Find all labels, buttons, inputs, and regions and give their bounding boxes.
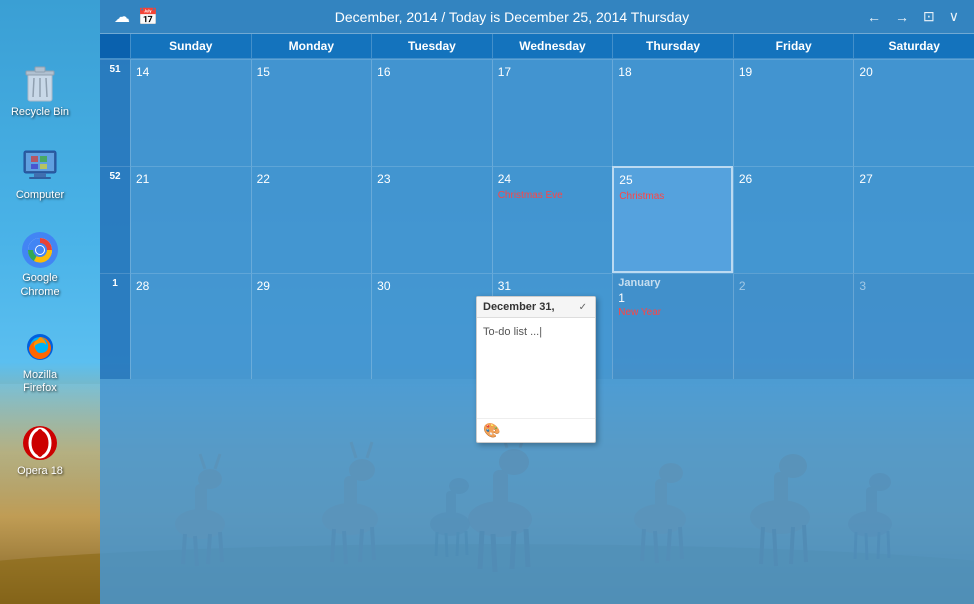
cell-14[interactable]: 14 bbox=[130, 59, 251, 166]
calendar-title: December, 2014 / Today is December 25, 2… bbox=[162, 9, 862, 25]
cell-15[interactable]: 15 bbox=[251, 59, 372, 166]
recycle-bin-label: Recycle Bin bbox=[11, 106, 69, 119]
computer-icon[interactable]: Computer bbox=[12, 143, 68, 206]
dropdown-button[interactable]: ∨ bbox=[944, 6, 964, 27]
monday-header: Monday bbox=[251, 34, 372, 58]
cell-28[interactable]: 28 bbox=[130, 273, 251, 380]
back-button[interactable]: ← bbox=[862, 7, 886, 27]
google-chrome-icon[interactable]: GoogleChrome bbox=[16, 226, 64, 302]
screen-button[interactable]: ⊡ bbox=[918, 6, 940, 27]
christmas-event: Christmas bbox=[619, 191, 726, 202]
january-label: January bbox=[618, 277, 660, 289]
week-1: 1 bbox=[100, 273, 130, 380]
cell-18[interactable]: 18 bbox=[612, 59, 733, 166]
opera-icon[interactable]: Opera 18 bbox=[13, 419, 67, 482]
computer-label: Computer bbox=[16, 189, 64, 202]
opera-label: Opera 18 bbox=[17, 465, 63, 478]
popup-todo-text: To-do list ...| bbox=[483, 326, 542, 338]
sunday-header: Sunday bbox=[130, 34, 251, 58]
cloud-icon[interactable]: ☁ bbox=[114, 7, 130, 27]
cell-24[interactable]: 24 Christmas Eve bbox=[492, 166, 613, 273]
cell-19[interactable]: 19 bbox=[733, 59, 854, 166]
cell-jan-2[interactable]: 2 bbox=[733, 273, 854, 380]
friday-header: Friday bbox=[733, 34, 854, 58]
calendar-nav: ← → ⊡ ∨ bbox=[862, 6, 964, 27]
paint-icon[interactable]: 🎨 bbox=[483, 422, 500, 439]
cell-20[interactable]: 20 bbox=[853, 59, 974, 166]
cell-26[interactable]: 26 bbox=[733, 166, 854, 273]
cell-17[interactable]: 17 bbox=[492, 59, 613, 166]
mozilla-firefox-icon[interactable]: MozillaFirefox bbox=[16, 323, 64, 399]
christmas-eve-event: Christmas Eve bbox=[498, 190, 608, 201]
cell-22[interactable]: 22 bbox=[251, 166, 372, 273]
popup-footer: 🎨 bbox=[477, 418, 595, 442]
recycle-bin-icon[interactable]: Recycle Bin bbox=[7, 60, 73, 123]
popup-date: December 31, bbox=[483, 301, 555, 313]
saturday-header: Saturday bbox=[853, 34, 974, 58]
google-chrome-label: GoogleChrome bbox=[20, 272, 59, 298]
mozilla-firefox-label: MozillaFirefox bbox=[23, 369, 57, 395]
cell-16[interactable]: 16 bbox=[371, 59, 492, 166]
computer-image bbox=[20, 147, 60, 187]
cell-jan-1[interactable]: January 1 New Year bbox=[612, 273, 733, 380]
google-chrome-image bbox=[20, 230, 60, 270]
popup-header: December 31, ✓ bbox=[477, 297, 595, 318]
cell-21[interactable]: 21 bbox=[130, 166, 251, 273]
desktop-icons-container: Recycle Bin Computer bbox=[0, 60, 80, 482]
cell-23[interactable]: 23 bbox=[371, 166, 492, 273]
cell-25-today[interactable]: 25 Christmas bbox=[612, 166, 733, 273]
new-year-event: New Year bbox=[618, 307, 728, 318]
forward-button[interactable]: → bbox=[890, 7, 914, 27]
cell-29[interactable]: 29 bbox=[251, 273, 372, 380]
cell-jan-3[interactable]: 3 bbox=[853, 273, 974, 380]
tuesday-header: Tuesday bbox=[371, 34, 492, 58]
week-52: 52 bbox=[100, 166, 130, 273]
week-num-header bbox=[100, 34, 130, 58]
calendar-header: ☁ 📅 December, 2014 / Today is December 2… bbox=[100, 0, 974, 34]
thursday-header: Thursday bbox=[612, 34, 733, 58]
week-51: 51 bbox=[100, 59, 130, 166]
wednesday-header: Wednesday bbox=[492, 34, 613, 58]
cell-27[interactable]: 27 bbox=[853, 166, 974, 273]
popup-close-button[interactable]: ✓ bbox=[577, 302, 589, 313]
recycle-bin-image bbox=[20, 64, 60, 104]
popup-body[interactable]: To-do list ...| bbox=[477, 318, 595, 418]
event-popup: December 31, ✓ To-do list ...| 🎨 bbox=[476, 296, 596, 443]
opera-image bbox=[20, 423, 60, 463]
mozilla-firefox-image bbox=[20, 327, 60, 367]
cell-30[interactable]: 30 bbox=[371, 273, 492, 380]
day-headers: Sunday Monday Tuesday Wednesday Thursday… bbox=[100, 34, 974, 59]
calendar-small-icon[interactable]: 📅 bbox=[138, 7, 158, 27]
